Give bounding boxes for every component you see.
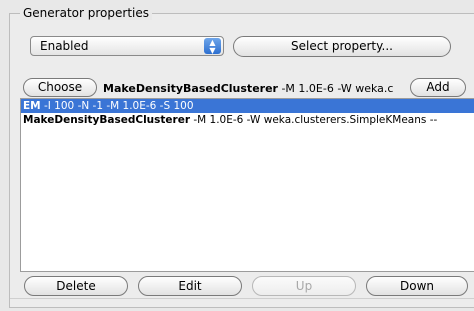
list-item-options: -M 1.0E-6 -W weka.clusterers.SimpleKMean…: [190, 114, 438, 126]
up-button[interactable]: Up: [252, 276, 356, 296]
list-item-name: MakeDensityBasedClusterer: [23, 114, 191, 126]
enabled-select[interactable]: Enabled ▲ ▼: [30, 36, 224, 56]
delete-button[interactable]: Delete: [24, 276, 128, 296]
divider: [10, 298, 474, 299]
up-down-arrows-icon: ▲ ▼: [204, 38, 221, 55]
generator-list[interactable]: EM -I 100 -N -1 -M 1.0E-6 -S 100 MakeDen…: [20, 98, 474, 272]
current-generator-options: -M 1.0E-6 -W weka.c: [277, 82, 394, 95]
edit-button[interactable]: Edit: [138, 276, 242, 296]
select-property-button[interactable]: Select property...: [233, 36, 451, 57]
current-generator-name: MakeDensityBasedClusterer: [103, 82, 278, 95]
select-value: Enabled: [40, 39, 89, 53]
list-item-options: -I 100 -N -1 -M 1.0E-6 -S 100: [40, 100, 194, 112]
current-generator-field: MakeDensityBasedClusterer -M 1.0E-6 -W w…: [103, 80, 406, 97]
add-button[interactable]: Add: [410, 78, 466, 97]
down-button[interactable]: Down: [366, 276, 468, 296]
list-item[interactable]: EM -I 100 -N -1 -M 1.0E-6 -S 100: [21, 99, 474, 113]
list-item[interactable]: MakeDensityBasedClusterer -M 1.0E-6 -W w…: [21, 113, 474, 127]
list-item-name: EM: [23, 100, 41, 112]
group-title: Generator properties: [20, 6, 152, 20]
choose-button[interactable]: Choose: [23, 78, 97, 97]
